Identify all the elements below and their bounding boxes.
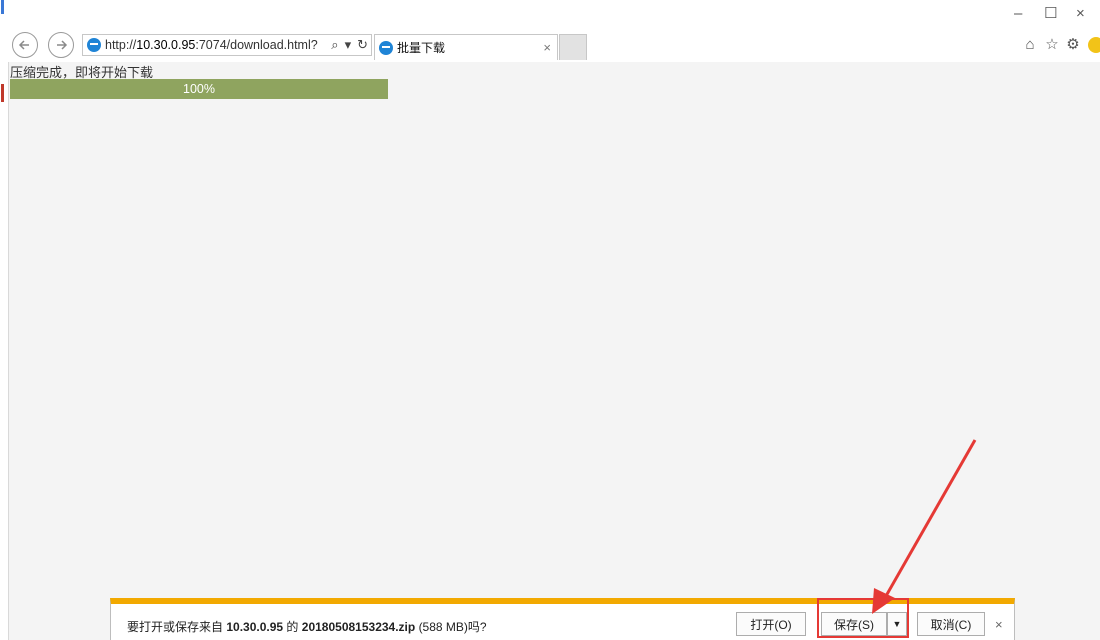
new-tab-button[interactable] bbox=[559, 34, 587, 60]
url-text[interactable]: http://10.30.0.95:7074/download.html? bbox=[105, 38, 328, 52]
download-size: (588 MB)吗? bbox=[418, 620, 487, 634]
save-options-dropdown[interactable]: ▼ bbox=[887, 612, 907, 636]
annotation-arrow-line bbox=[884, 439, 977, 597]
download-prompt-text: 要打开或保存来自 10.30.0.95 的 20180508153234.zip… bbox=[127, 620, 487, 634]
forward-arrow-icon bbox=[57, 40, 68, 50]
progress-label: 100% bbox=[183, 82, 215, 96]
browser-toolbar: http://10.30.0.95:7074/download.html? ⌕ … bbox=[8, 0, 1100, 62]
refresh-icon[interactable]: ↻ bbox=[357, 37, 368, 53]
download-host: 10.30.0.95 bbox=[226, 620, 284, 634]
close-notification-icon[interactable]: × bbox=[995, 617, 1003, 632]
background-window-edge bbox=[0, 0, 9, 640]
home-icon[interactable]: ⌂ bbox=[1021, 36, 1039, 54]
maximize-button[interactable]: ☐ bbox=[1044, 6, 1057, 22]
tab-close-icon[interactable]: × bbox=[543, 40, 551, 55]
download-notification-bar: 要打开或保存来自 10.30.0.95 的 20180508153234.zip… bbox=[110, 598, 1015, 640]
feedback-icon[interactable] bbox=[1088, 37, 1100, 53]
download-filename: 20180508153234.zip bbox=[301, 620, 416, 634]
tab-title: 批量下载 bbox=[397, 41, 446, 55]
tab-batch-download[interactable]: 批量下载 × bbox=[374, 34, 558, 60]
back-arrow-icon bbox=[18, 40, 29, 50]
settings-icon[interactable]: ⚙ bbox=[1064, 36, 1082, 54]
address-bar[interactable]: http://10.30.0.95:7074/download.html? ⌕ … bbox=[82, 34, 372, 56]
back-button[interactable] bbox=[12, 32, 38, 58]
compression-progress-bar: 100% bbox=[10, 79, 388, 99]
ie-page-icon bbox=[87, 38, 101, 52]
favorites-icon[interactable]: ☆ bbox=[1043, 36, 1061, 54]
open-button[interactable]: 打开(O) bbox=[736, 612, 806, 636]
cancel-button[interactable]: 取消(C) bbox=[917, 612, 985, 636]
minimize-button[interactable]: – bbox=[1014, 6, 1022, 22]
forward-button[interactable] bbox=[48, 32, 74, 58]
save-button[interactable]: 保存(S) bbox=[821, 612, 887, 636]
search-icon[interactable]: ⌕ bbox=[331, 37, 338, 53]
background-window-mark bbox=[1, 0, 4, 14]
address-dropdown-icon[interactable]: ▾ bbox=[345, 37, 352, 53]
background-window-mark bbox=[1, 84, 4, 102]
close-window-button[interactable]: × bbox=[1076, 6, 1085, 22]
ie-tab-icon bbox=[379, 40, 393, 55]
